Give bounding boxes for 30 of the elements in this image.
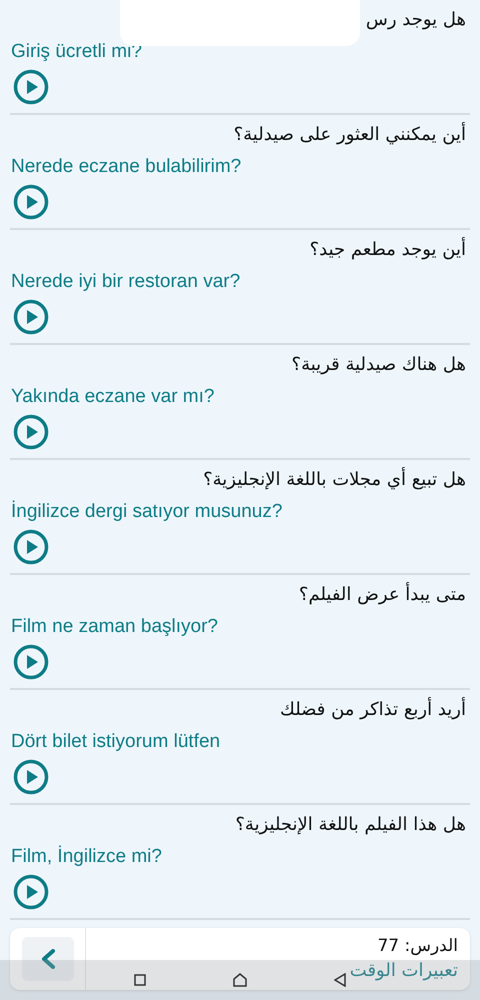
- arabic-phrase: متى يبدأ عرض الفيلم؟: [298, 584, 466, 605]
- turkish-phrase: Film, İngilizce mi?: [11, 846, 162, 867]
- back-icon[interactable]: [334, 973, 346, 987]
- turkish-phrase: Yakında eczane var mı?: [11, 386, 214, 407]
- arabic-phrase: هل هذا الفيلم باللغة الإنجليزية؟: [235, 814, 466, 835]
- arabic-phrase: أين يمكنني العثور على صيدلية؟: [234, 124, 466, 145]
- play-icon[interactable]: [13, 759, 49, 795]
- back-button[interactable]: [22, 937, 74, 981]
- play-icon[interactable]: [13, 69, 49, 105]
- turkish-phrase: İngilizce dergi satıyor musunuz?: [11, 501, 282, 522]
- play-icon[interactable]: [13, 644, 49, 680]
- chevron-left-icon: [40, 949, 56, 969]
- turkish-phrase: Nerede iyi bir restoran var?: [11, 271, 240, 292]
- arabic-phrase: هل تبيع أي مجلات باللغة الإنجليزية؟: [203, 469, 466, 490]
- arabic-phrase: هل يوجد رس: [366, 9, 466, 30]
- home-icon[interactable]: [232, 973, 247, 987]
- lesson-title: تعبيرات الوقت: [350, 959, 458, 983]
- play-icon[interactable]: [13, 529, 49, 565]
- play-icon[interactable]: [13, 414, 49, 450]
- turkish-phrase: Film ne zaman başlıyor?: [11, 616, 218, 637]
- turkish-phrase: Dört bilet istiyorum lütfen: [11, 731, 220, 752]
- arabic-phrase: أين يوجد مطعم جيد؟: [310, 239, 466, 260]
- turkish-phrase: Nerede eczane bulabilirim?: [11, 156, 242, 177]
- play-icon[interactable]: [13, 299, 49, 335]
- arabic-phrase: هل هناك صيدلية قريبة؟: [292, 354, 466, 375]
- play-icon[interactable]: [13, 874, 49, 910]
- recents-icon[interactable]: [134, 974, 146, 986]
- play-icon[interactable]: [13, 184, 49, 220]
- lesson-number: الدرس: 77: [377, 935, 458, 958]
- arabic-phrase: أريد أربع تذاكر من فضلك: [280, 699, 466, 720]
